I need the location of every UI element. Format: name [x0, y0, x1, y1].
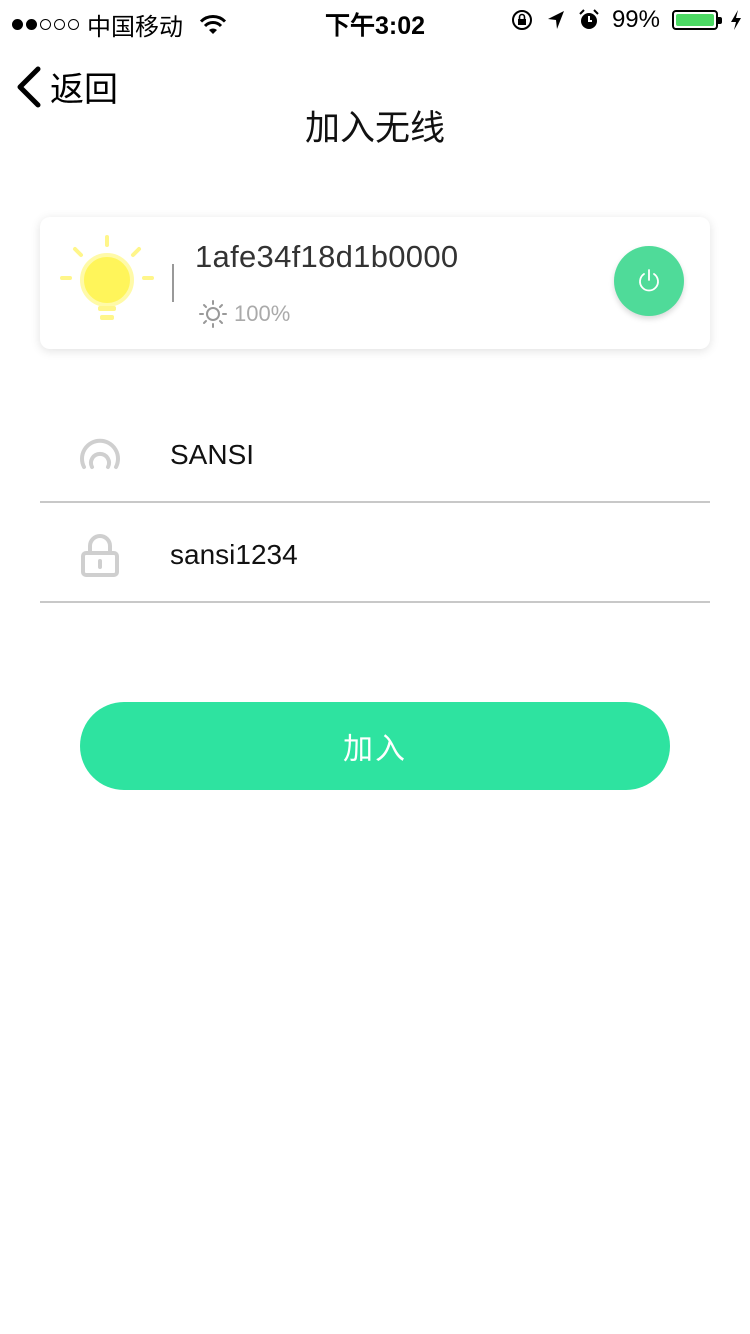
location-arrow-icon — [547, 11, 564, 29]
rotation-lock-icon — [511, 10, 532, 30]
brightness-indicator: 100% — [198, 299, 290, 329]
card-divider — [172, 264, 174, 302]
light-bulb-icon — [60, 235, 154, 320]
password-field — [40, 503, 710, 603]
status-right: 99% — [510, 6, 742, 34]
sun-icon — [199, 300, 227, 328]
alarm-icon — [579, 9, 599, 29]
ssid-field — [40, 403, 710, 503]
battery-percent: 99% — [611, 6, 660, 33]
status-bar: 中国移动 下午3:02 99% — [0, 0, 750, 41]
device-card: 1afe34f18d1b0000 100% — [40, 217, 710, 349]
ssid-input[interactable] — [170, 433, 670, 477]
power-button[interactable] — [614, 246, 684, 316]
charging-bolt-icon — [731, 10, 741, 30]
lock-icon — [81, 534, 119, 577]
wifi-signal-icon — [80, 438, 120, 469]
power-icon — [639, 269, 659, 292]
battery-icon — [672, 10, 722, 30]
page-title: 加入无线 — [304, 109, 445, 148]
join-button[interactable]: 加入 — [80, 702, 670, 790]
password-input[interactable] — [170, 533, 670, 577]
device-name: 1afe34f18d1b0000 — [195, 239, 459, 274]
brightness-value: 100% — [234, 301, 291, 326]
